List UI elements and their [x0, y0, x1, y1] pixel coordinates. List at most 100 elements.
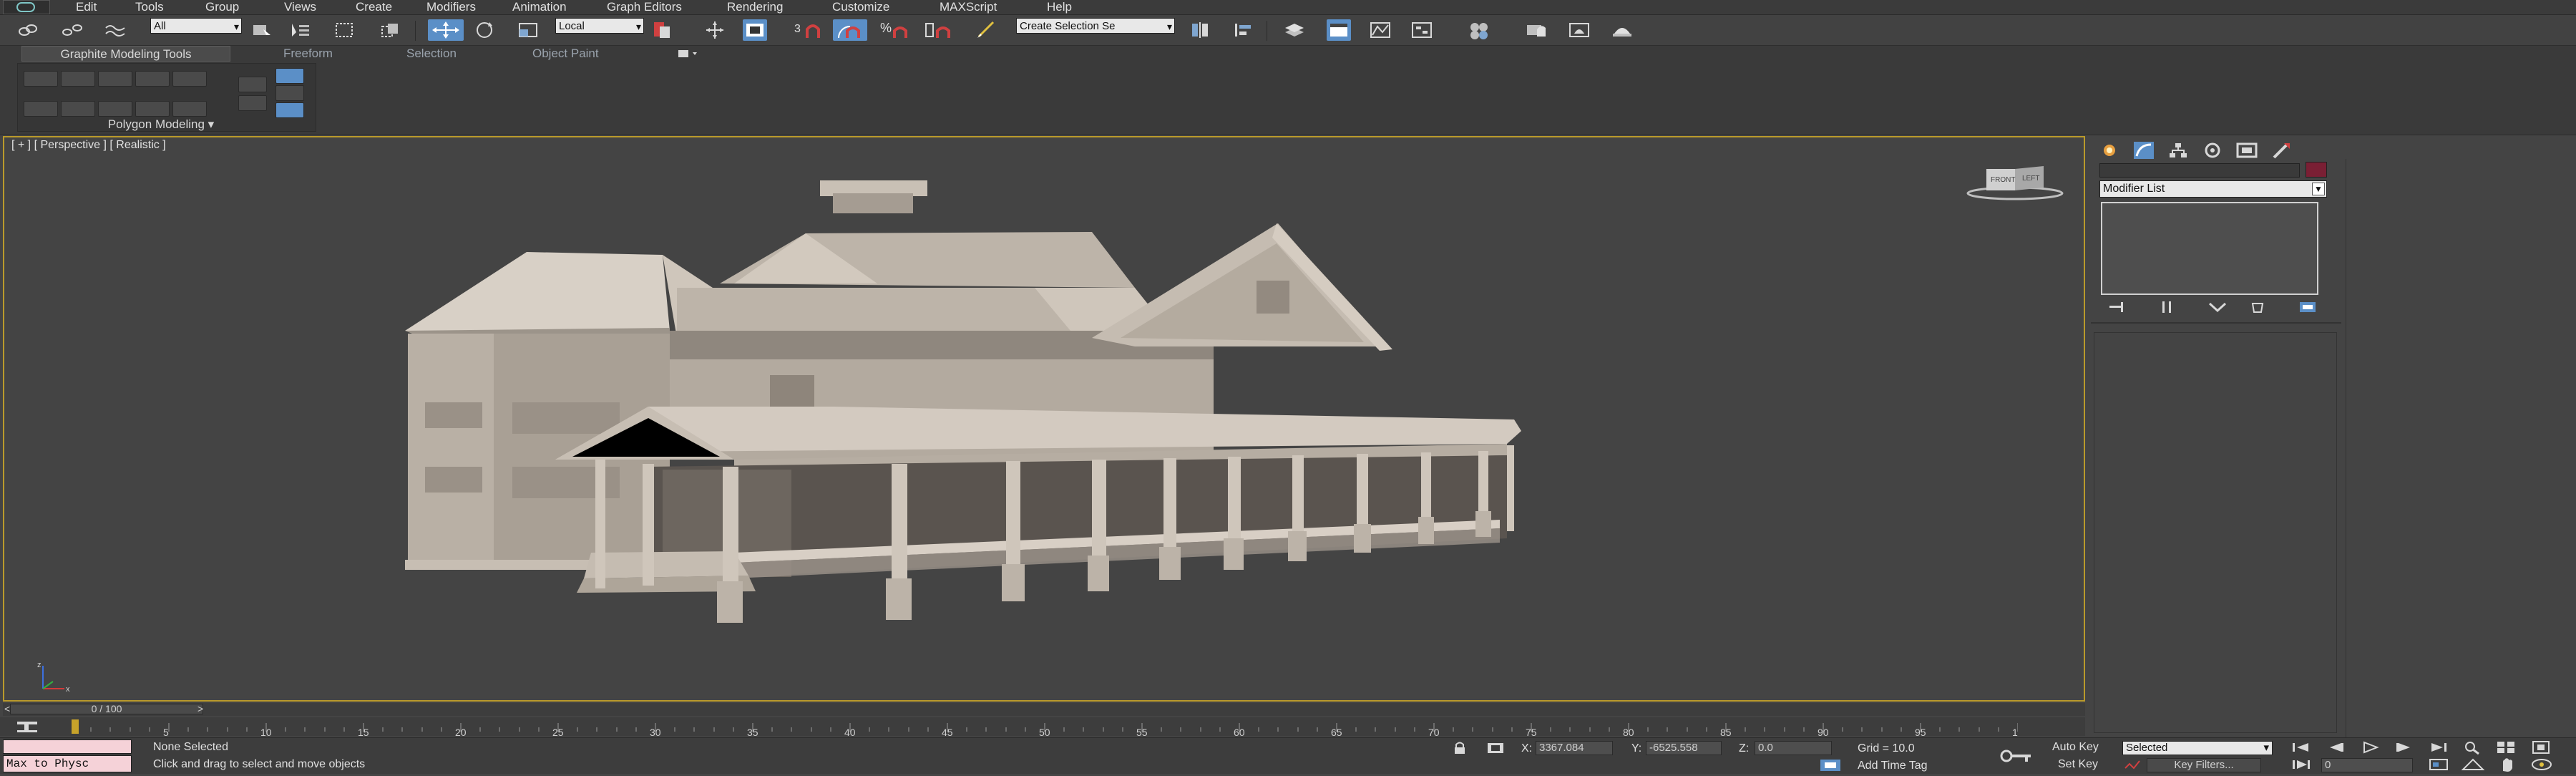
object-color-swatch[interactable]	[2306, 162, 2327, 178]
mini-curve-editor-icon[interactable]	[14, 719, 43, 734]
create-icon[interactable]	[2098, 140, 2121, 160]
x-coord-field[interactable]: 3367.084	[1536, 741, 1613, 755]
go-to-start-icon[interactable]	[2287, 739, 2316, 755]
modifier-stack[interactable]	[2101, 202, 2318, 295]
ribbon-tool-button[interactable]	[24, 101, 58, 117]
select-by-name-icon[interactable]	[288, 19, 312, 41]
make-unique-icon[interactable]	[2207, 299, 2228, 315]
tab-graphite-modeling-tools[interactable]: Graphite Modeling Tools	[21, 46, 230, 62]
key-filters-button[interactable]: Key Filters...	[2147, 758, 2261, 772]
y-coord-field[interactable]: -6525.558	[1646, 741, 1722, 755]
absolute-mode-icon[interactable]	[1485, 741, 1506, 755]
modifier-list-dropdown[interactable]: Modifier List ▼	[2099, 180, 2327, 198]
polygon-modeling-label[interactable]: Polygon Modeling ▾	[43, 117, 279, 132]
align-icon[interactable]	[1231, 19, 1255, 41]
schematic-view-icon[interactable]	[1410, 19, 1434, 41]
lock-selection-icon[interactable]	[1450, 741, 1470, 755]
next-frame-icon[interactable]	[2390, 739, 2419, 755]
zoom-icon[interactable]	[2459, 739, 2487, 755]
ribbon-tool-button[interactable]	[61, 71, 95, 87]
utilities-icon[interactable]	[2270, 140, 2293, 160]
pan-view-icon[interactable]	[2493, 757, 2522, 772]
snaps-toggle-icon[interactable]: 3	[793, 19, 826, 41]
time-tag-icon[interactable]	[1818, 758, 1843, 772]
time-slider[interactable]: < 0 / 100 >	[3, 703, 2085, 716]
viewport-label[interactable]: [ + ] [ Perspective ] [ Realistic ]	[11, 139, 166, 152]
modify-icon[interactable]	[2132, 140, 2155, 160]
menu-customize[interactable]: Customize	[832, 1, 889, 14]
percent-snap-icon[interactable]: %	[879, 19, 913, 41]
rect-selection-icon[interactable]	[332, 19, 356, 41]
maxscript-mini-listener[interactable]: Max to Physc	[3, 755, 132, 772]
motion-icon[interactable]	[2201, 140, 2224, 160]
edit-named-selection-icon[interactable]	[975, 19, 999, 41]
graphite-toggle-icon[interactable]	[1327, 19, 1351, 41]
display-icon[interactable]	[2235, 140, 2258, 160]
ribbon-tool-button[interactable]	[238, 95, 267, 111]
maxscript-mini-listener-top[interactable]	[3, 739, 132, 754]
add-time-tag-button[interactable]: Add Time Tag	[1858, 760, 1928, 772]
configure-modifier-sets-icon[interactable]	[2297, 299, 2318, 315]
ribbon-tool-button[interactable]	[135, 71, 170, 87]
set-key-button[interactable]: Set Key	[2058, 758, 2098, 771]
zoom-extents-icon[interactable]	[2527, 739, 2556, 755]
layer-manager-icon[interactable]	[1282, 19, 1307, 41]
key-mode-toggle-icon[interactable]	[2287, 757, 2316, 772]
mirror-icon[interactable]	[1188, 19, 1212, 41]
spinner-snap-icon[interactable]	[923, 19, 957, 41]
rendered-frame-window-icon[interactable]	[1567, 19, 1591, 41]
ribbon-tool-button[interactable]	[172, 71, 207, 87]
key-mode-dropdown[interactable]: Selected	[2122, 741, 2273, 755]
hierarchy-icon[interactable]	[2167, 140, 2190, 160]
ribbon-tool-button[interactable]	[135, 101, 170, 117]
previous-frame-icon[interactable]	[2321, 739, 2350, 755]
play-icon[interactable]	[2356, 739, 2384, 755]
menu-edit[interactable]: Edit	[76, 1, 97, 14]
set-key-icon[interactable]	[2122, 758, 2144, 772]
material-editor-icon[interactable]	[1467, 19, 1491, 41]
menu-create[interactable]: Create	[356, 1, 392, 14]
menu-views[interactable]: Views	[284, 1, 316, 14]
show-end-result-icon[interactable]	[2157, 299, 2178, 315]
z-coord-field[interactable]: 0.0	[1755, 741, 1832, 755]
ribbon-tool-button[interactable]	[98, 71, 132, 87]
current-frame-field[interactable]: 0	[2321, 758, 2413, 772]
menu-graph-editors[interactable]: Graph Editors	[607, 1, 682, 14]
tab-freeform[interactable]: Freeform	[283, 46, 333, 62]
field-of-view-icon[interactable]	[2459, 757, 2487, 772]
orbit-icon[interactable]	[2527, 757, 2556, 772]
select-object-icon[interactable]	[249, 19, 273, 41]
render-setup-icon[interactable]	[1524, 19, 1548, 41]
ribbon-tool-button[interactable]	[24, 71, 58, 87]
tab-object-paint[interactable]: Object Paint	[532, 46, 599, 62]
ribbon-tool-button-active[interactable]	[275, 68, 304, 84]
unlink-icon[interactable]	[60, 19, 84, 41]
ribbon-tool-button[interactable]	[98, 101, 132, 117]
ribbon-tool-button[interactable]	[172, 101, 207, 117]
menu-tools[interactable]: Tools	[135, 1, 164, 14]
time-slider-next-button[interactable]: >	[197, 703, 203, 714]
window-crossing-icon[interactable]	[378, 19, 402, 41]
ribbon-tool-button-active[interactable]	[275, 102, 304, 118]
set-key-mode-key-icon[interactable]	[1998, 745, 2034, 767]
named-selection-dropdown[interactable]: Create Selection Se	[1016, 18, 1175, 34]
ribbon-options-icon[interactable]	[677, 49, 698, 59]
scale-icon[interactable]	[517, 19, 541, 41]
remove-modifier-icon[interactable]	[2247, 299, 2268, 315]
time-slider-prev-button[interactable]: <	[4, 703, 10, 714]
menu-modifiers[interactable]: Modifiers	[426, 1, 476, 14]
current-frame-marker[interactable]	[72, 719, 79, 734]
perspective-viewport[interactable]: [ + ] [ Perspective ] [ Realistic ] FRON…	[3, 136, 2085, 702]
select-and-manipulate-icon[interactable]	[703, 19, 727, 41]
menu-maxscript[interactable]: MAXScript	[940, 1, 997, 14]
curve-editor-icon[interactable]	[1368, 19, 1392, 41]
application-button[interactable]	[3, 0, 50, 14]
ribbon-tool-button[interactable]	[275, 85, 304, 101]
trackbar[interactable]: 5 10 15 20 25 30 35 40 45 50 55 60 65 70 75 80 85 90 95 100	[0, 717, 2085, 736]
ribbon-tool-button[interactable]	[61, 101, 95, 117]
rotate-icon[interactable]	[472, 19, 497, 41]
object-name-field[interactable]	[2099, 163, 2300, 178]
keyboard-shortcut-override-icon[interactable]	[743, 19, 767, 41]
time-slider-thumb[interactable]: 0 / 100	[10, 704, 203, 714]
go-to-end-icon[interactable]	[2424, 739, 2453, 755]
